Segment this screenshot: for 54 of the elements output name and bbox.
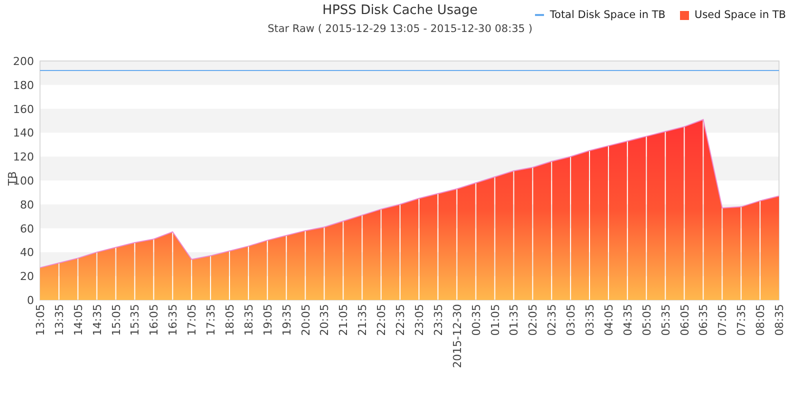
axis-tick-label: 02:05: [526, 304, 540, 336]
axis-tick-label: 05:35: [659, 304, 672, 336]
axis-tick-label: 05:05: [640, 304, 654, 336]
chart-title: HPSS Disk Cache Usage: [322, 3, 478, 18]
axis-tick-label: 23:05: [412, 304, 426, 336]
axis-tick-label: 06:05: [678, 304, 692, 336]
axis-tick-label: 16:05: [148, 304, 161, 336]
axis-tick-label: 60: [20, 222, 34, 236]
axis-tick-label: 08:35: [773, 304, 786, 336]
axis-tick-label: 07:05: [716, 304, 730, 336]
legend-label[interactable]: Total Disk Space in TB: [550, 9, 666, 21]
axis-tick-label: 16:35: [166, 304, 180, 336]
axis-tick-label: 21:05: [337, 304, 350, 336]
axis-tick-label: 20:35: [318, 304, 332, 336]
axis-tick-label: 02:35: [546, 304, 559, 336]
axis-tick-label: 23:35: [432, 304, 445, 336]
axis-tick-label: 13:35: [52, 304, 66, 336]
axis-tick-label: 21:35: [356, 304, 370, 336]
axis-tick-label: 19:35: [280, 304, 294, 336]
axis-tick-label: 04:35: [621, 304, 634, 336]
axis-tick-label: 200: [13, 55, 34, 68]
axis-tick-label: 40: [20, 246, 34, 260]
axis-tick-label: 01:05: [488, 304, 502, 336]
axis-tick-label: 18:35: [242, 304, 256, 336]
chart-subtitle: Star Raw ( 2015-12-29 13:05 - 2015-12-30 08:35 ): [268, 23, 532, 35]
axis-tick-label: 17:35: [204, 304, 218, 336]
axis-tick-label: 17:05: [186, 304, 199, 336]
axis-tick-label: 22:05: [375, 304, 388, 336]
axis-tick-label: 01:35: [508, 304, 521, 336]
legend-label[interactable]: Used Space in TB: [694, 9, 786, 21]
axis-tick-label: 80: [20, 198, 34, 212]
axis-tick-label: 03:35: [584, 304, 597, 336]
axis-tick-label: 20: [20, 270, 34, 284]
axis-tick-label: 120: [13, 150, 34, 164]
axis-tick-label: 04:05: [602, 304, 616, 336]
axis-tick-label: 20:05: [299, 304, 312, 336]
axis-tick-label: 03:05: [564, 304, 578, 336]
axis-tick-label: 07:35: [735, 304, 748, 336]
axis-tick-label: 14:35: [90, 304, 104, 336]
axis-tick-label: 18:05: [223, 304, 236, 336]
axis-tick-label: 140: [13, 126, 34, 140]
axis-tick-label: 22:35: [394, 304, 408, 336]
axis-tick-label: 13:05: [34, 304, 47, 336]
axis-tick-label: 06:35: [697, 304, 710, 336]
axis-tick-label: 19:05: [261, 304, 274, 336]
axis-tick-label: 15:35: [128, 304, 142, 336]
axis-tick-label: 2015-12-30: [450, 304, 464, 368]
axis-tick-label: 0: [27, 294, 34, 307]
axis-tick-label: 14:05: [72, 304, 85, 336]
axis-tick-label: 160: [13, 102, 34, 116]
axis-tick-label: 180: [13, 78, 34, 92]
axis-tick-label: 00:35: [470, 304, 483, 336]
axis-tick-label: 15:05: [110, 304, 123, 336]
axis-tick-label: 08:05: [754, 304, 768, 336]
